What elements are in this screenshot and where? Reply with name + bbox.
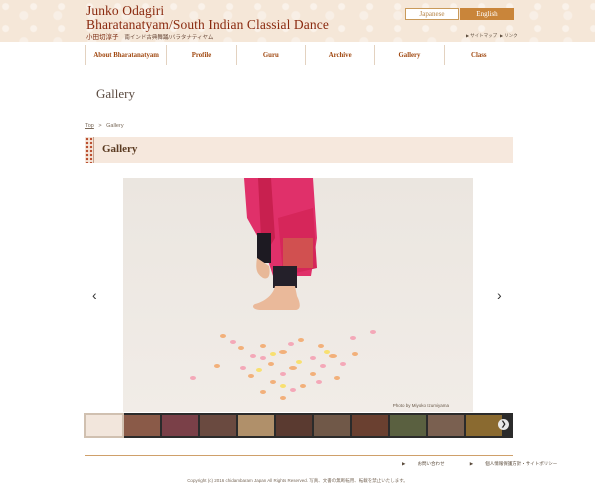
nav-item-profile[interactable]: Profile (167, 45, 237, 65)
chevron-right-icon[interactable]: › (497, 287, 502, 303)
triangle-right-icon: ▶ (500, 33, 504, 38)
thumbnail-item[interactable] (276, 415, 312, 436)
photo-credit: Photo by Miyoko Izumiyama (392, 403, 449, 408)
gallery-main-photo: Photo by Miyoko Izumiyama (123, 178, 473, 412)
links-link[interactable]: ▶リンク (500, 33, 518, 39)
thumbnail-item[interactable] (84, 413, 124, 438)
lang-japanese-button[interactable]: Japanese (405, 8, 459, 20)
subtitle-name: 小田切淳子 (86, 34, 119, 41)
nav-item-archive[interactable]: Archive (306, 45, 376, 65)
nav-item-gallery[interactable]: Gallery (375, 45, 445, 65)
thumbnail-item[interactable] (352, 415, 388, 436)
site-subtitle: 小田切淳子 南インド古典舞踊/バラタナティヤム (86, 31, 213, 41)
thumbnail-item[interactable] (162, 415, 198, 436)
page-title: Gallery (96, 86, 135, 101)
triangle-right-icon: ▶ (469, 461, 474, 466)
site-title-line2: Bharatanatyam/South Indian Classial Danc… (86, 17, 329, 32)
breadcrumb-top-link[interactable]: Top (85, 123, 94, 129)
section-header: Gallery (85, 137, 513, 163)
footer-divider (85, 455, 513, 456)
dancer-photo (123, 178, 473, 412)
breadcrumb-separator: > (98, 123, 102, 129)
thumbnail-item[interactable] (466, 415, 502, 436)
thumbnail-strip: ❯ (84, 413, 513, 438)
thumbnail-item[interactable] (238, 415, 274, 436)
section-decoration (85, 137, 94, 163)
subtitle-desc: 南インド古典舞踊/バラタナティヤム (124, 35, 214, 41)
nav-item-guru[interactable]: Guru (237, 45, 306, 65)
chevron-left-icon[interactable]: ‹ (92, 287, 97, 303)
footer-links: ▶ お問い合わせ ▶ 個人情報保護方針・サイトポリシー (402, 461, 581, 467)
thumbnail-next-icon[interactable]: ❯ (498, 419, 509, 430)
thumbnail-item[interactable] (428, 415, 464, 436)
copyright-text: Copyright (c) 2016 chidambaram Japan All… (187, 478, 408, 483)
lang-english-button[interactable]: English (460, 8, 514, 20)
triangle-right-icon: ▶ (466, 33, 470, 38)
footer-privacy-link[interactable]: ▶ 個人情報保護方針・サイトポリシー (470, 461, 569, 466)
nav-item-class[interactable]: Class (445, 45, 513, 65)
thumbnail-item[interactable] (200, 415, 236, 436)
main-nav: About Bharatanatyam Profile Guru Archive… (85, 45, 513, 65)
nav-item-about[interactable]: About Bharatanatyam (85, 45, 168, 65)
section-title: Gallery (102, 143, 138, 155)
site-title-line1: Junko Odagiri (86, 3, 165, 18)
triangle-right-icon: ▶ (402, 461, 406, 466)
footer-contact-link[interactable]: ▶ お問い合わせ (402, 461, 456, 466)
thumbnail-item[interactable] (390, 415, 426, 436)
thumbnail-item[interactable] (124, 415, 160, 436)
thumbnail-item[interactable] (314, 415, 350, 436)
breadcrumb: Top > Gallery (85, 123, 124, 129)
sitemap-link[interactable]: ▶サイトマップ (466, 33, 497, 39)
breadcrumb-current: Gallery (106, 123, 124, 129)
site-title[interactable]: Junko Odagiri Bharatanatyam/South Indian… (86, 4, 329, 32)
